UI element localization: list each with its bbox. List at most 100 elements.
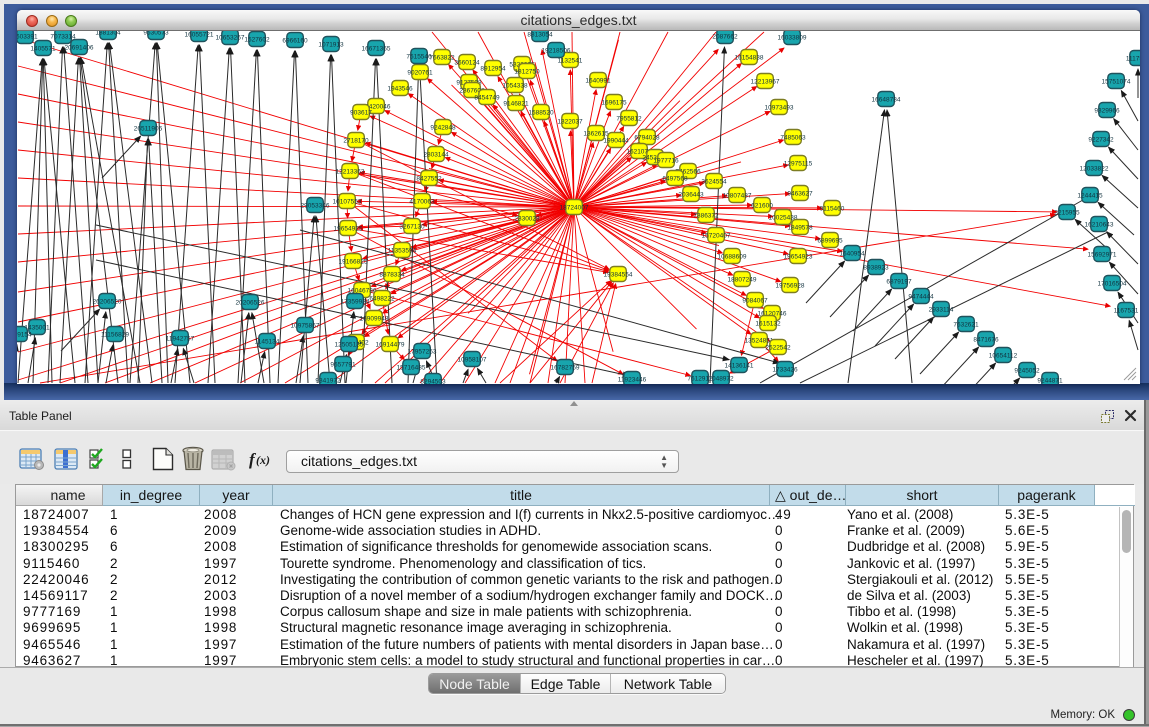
svg-text:1145134: 1145134 [255, 339, 280, 346]
svg-text:6879197: 6879197 [886, 279, 912, 286]
svg-text:1812750: 1812750 [514, 69, 540, 76]
svg-text:9329966: 9329966 [1094, 108, 1120, 115]
svg-text:1849578: 1849578 [787, 225, 813, 232]
svg-text:8427552: 8427552 [416, 176, 442, 183]
svg-text:10654112: 10654112 [989, 353, 1018, 360]
svg-text:18807249: 18807249 [728, 277, 757, 284]
svg-text:2718170: 2718170 [343, 138, 369, 145]
svg-text:9227342: 9227342 [1088, 137, 1114, 144]
svg-text:19166825: 19166825 [339, 259, 368, 266]
svg-text:19756928: 19756928 [776, 283, 805, 290]
svg-text:26511906: 26511906 [134, 126, 163, 133]
svg-text:1435001: 1435001 [24, 325, 50, 332]
svg-text:2330028: 2330028 [514, 216, 540, 223]
svg-text:6966160: 6966160 [282, 38, 308, 45]
svg-text:20206526: 20206526 [236, 300, 265, 307]
svg-text:19654923: 19654923 [784, 254, 813, 261]
svg-text:16648784: 16648784 [872, 97, 901, 104]
svg-text:19218506: 19218506 [542, 48, 571, 55]
svg-text:1362615: 1362615 [583, 131, 609, 138]
svg-text:2087662: 2087662 [712, 34, 738, 41]
svg-text:1990444: 1990444 [603, 138, 629, 145]
svg-text:9463627: 9463627 [787, 191, 813, 198]
svg-text:9242848: 9242848 [430, 125, 456, 132]
svg-text:15751074: 15751074 [1102, 79, 1131, 86]
svg-text:9530573: 9530573 [143, 31, 169, 37]
svg-text:8878334: 8878334 [379, 272, 405, 279]
svg-text:7955812: 7955812 [616, 116, 642, 123]
svg-text:16782759: 16782759 [551, 365, 580, 372]
svg-text:903617: 903617 [350, 110, 372, 117]
svg-text:9146821: 9146821 [503, 101, 529, 108]
svg-text:1071913: 1071913 [318, 42, 344, 49]
svg-text:8938923: 8938923 [863, 265, 889, 272]
svg-text:3215955: 3215955 [1054, 210, 1080, 217]
svg-text:3267130: 3267130 [399, 224, 425, 231]
svg-text:16671365: 16671365 [362, 46, 391, 53]
svg-text:6497568: 6497568 [662, 176, 688, 183]
svg-text:1054338: 1054338 [502, 83, 528, 90]
svg-text:9020761: 9020761 [407, 70, 433, 77]
svg-text:(x): (x) [256, 453, 270, 467]
svg-text:10807487: 10807487 [723, 193, 752, 200]
svg-text:12213363: 12213363 [336, 169, 365, 176]
svg-text:16210643: 16210643 [1085, 222, 1114, 229]
svg-text:12975115: 12975115 [784, 161, 813, 168]
svg-text:10653267: 10653267 [216, 35, 245, 42]
svg-text:17957253: 17957253 [408, 349, 437, 356]
svg-text:29053346: 29053346 [301, 203, 330, 210]
svg-text:15716485: 15716485 [397, 365, 426, 372]
svg-text:1881304: 1881304 [95, 31, 121, 37]
svg-text:6794028: 6794028 [634, 135, 660, 142]
svg-text:9084067: 9084067 [742, 298, 768, 305]
svg-text:2036443: 2036443 [678, 192, 704, 199]
svg-text:7663822: 7663822 [429, 55, 455, 62]
svg-text:6498222: 6498222 [369, 296, 395, 303]
svg-text:1244415: 1244415 [1077, 193, 1103, 200]
svg-text:10688609: 10688609 [718, 254, 747, 261]
svg-text:11353594: 11353594 [388, 248, 417, 255]
svg-text:16033809: 16033809 [778, 35, 807, 42]
svg-text:15692971: 15692971 [1088, 252, 1117, 259]
svg-text:16154838: 16154838 [735, 55, 764, 62]
svg-text:1527602: 1527602 [244, 37, 270, 44]
svg-text:17359934: 17359934 [341, 299, 370, 306]
svg-text:10975867: 10975867 [291, 323, 320, 330]
svg-text:1943546: 1943546 [387, 86, 413, 93]
svg-text:15720407: 15720407 [702, 233, 731, 240]
svg-text:11923446: 11923446 [618, 377, 647, 384]
svg-text:3624554: 3624554 [701, 179, 727, 186]
svg-text:2522542: 2522542 [765, 345, 791, 352]
svg-text:9657791: 9657791 [330, 362, 356, 369]
svg-text:11156829: 11156829 [101, 332, 129, 339]
svg-text:1048972: 1048972 [708, 376, 734, 383]
svg-text:20691406: 20691406 [65, 45, 94, 52]
svg-text:1696175: 1696175 [601, 100, 627, 107]
svg-text:7386372: 7386372 [693, 213, 719, 220]
svg-text:1977716: 1977716 [653, 158, 679, 165]
svg-text:1167531: 1167531 [1114, 308, 1139, 315]
svg-text:8912954: 8912954 [480, 66, 506, 73]
svg-text:26206520: 26206520 [93, 299, 122, 306]
svg-text:621600: 621600 [751, 203, 773, 210]
svg-text:9245052: 9245052 [1014, 368, 1040, 375]
svg-text:11942757: 11942757 [166, 336, 195, 343]
svg-text:1132541: 1132541 [558, 58, 583, 65]
svg-text:12033822: 12033822 [1080, 166, 1109, 173]
svg-text:2803144: 2803144 [423, 152, 449, 159]
svg-text:7515546: 7515546 [406, 54, 432, 61]
svg-text:8471676: 8471676 [973, 337, 999, 344]
svg-text:1640954: 1640954 [839, 251, 865, 258]
svg-text:1405571: 1405571 [30, 46, 56, 53]
svg-text:16055721: 16055721 [185, 32, 214, 39]
svg-text:18724007: 18724007 [560, 205, 589, 212]
svg-text:2933114: 2933114 [929, 307, 954, 314]
svg-text:19654925: 19654925 [334, 226, 363, 233]
svg-text:7632621: 7632621 [953, 322, 979, 329]
svg-text:3660124: 3660124 [454, 60, 480, 67]
svg-text:1588520: 1588520 [528, 110, 554, 117]
svg-text:1322037: 1322037 [557, 119, 583, 126]
svg-text:8294503: 8294503 [420, 379, 446, 385]
svg-text:7073314: 7073314 [50, 34, 76, 41]
svg-text:12505135: 12505135 [335, 342, 364, 349]
